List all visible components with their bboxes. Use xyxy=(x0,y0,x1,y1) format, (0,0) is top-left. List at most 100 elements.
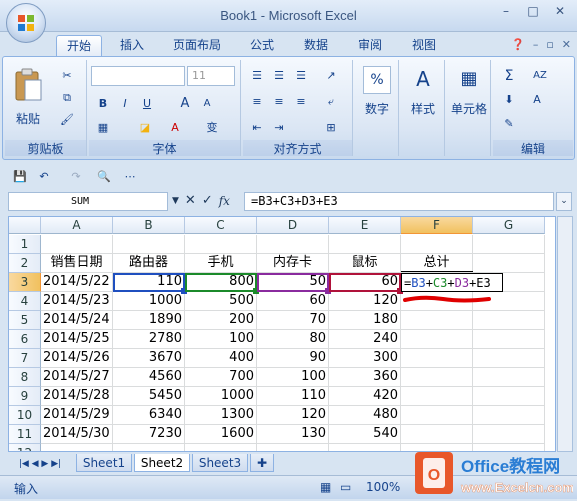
expand-formula-bar-icon[interactable]: ⌄ xyxy=(556,192,572,211)
tab-sheet2[interactable]: Sheet2 xyxy=(134,454,190,472)
styles-button[interactable]: 样式 xyxy=(401,100,445,117)
cell-G6[interactable] xyxy=(473,330,545,349)
cell-A3[interactable]: 2014/5/22 xyxy=(41,273,113,292)
cell-A11[interactable]: 2014/5/30 xyxy=(41,425,113,444)
editing-cell-f3[interactable]: =B3+C3+D3+E3 xyxy=(401,273,503,292)
cell-B10[interactable]: 6340 xyxy=(113,406,185,425)
column-header-a[interactable]: A xyxy=(41,217,113,234)
print-preview-icon[interactable]: 🔍 xyxy=(94,167,114,187)
formula-input[interactable]: =B3+C3+D3+E3 xyxy=(244,192,554,211)
format-painter-icon[interactable]: 🖌 xyxy=(57,110,77,130)
cell-A9[interactable]: 2014/5/28 xyxy=(41,387,113,406)
cell-C8[interactable]: 700 xyxy=(185,368,257,387)
cell-G10[interactable] xyxy=(473,406,545,425)
cancel-entry-icon[interactable]: ✕ xyxy=(185,193,196,208)
underline-button[interactable]: U xyxy=(137,94,157,114)
cut-icon[interactable]: ✂ xyxy=(57,66,77,86)
cell-F8[interactable] xyxy=(401,368,473,387)
row-header-6[interactable]: 6 xyxy=(9,330,41,349)
cell-A12[interactable] xyxy=(41,444,113,451)
cell-F7[interactable] xyxy=(401,349,473,368)
tab-sheet3[interactable]: Sheet3 xyxy=(192,454,248,472)
fill-icon[interactable]: ⬇ xyxy=(499,90,519,110)
cell-E7[interactable]: 300 xyxy=(329,349,401,368)
undo-icon[interactable]: ↶ xyxy=(34,167,54,187)
column-header-b[interactable]: B xyxy=(113,217,185,234)
save-icon[interactable]: 💾 xyxy=(10,167,30,187)
cell-F10[interactable] xyxy=(401,406,473,425)
cell-G5[interactable] xyxy=(473,311,545,330)
cell-D12[interactable] xyxy=(257,444,329,451)
increase-indent-icon[interactable]: ⇥ xyxy=(269,118,289,138)
cell-E11[interactable]: 540 xyxy=(329,425,401,444)
enter-entry-icon[interactable]: ✓ xyxy=(202,193,213,208)
minimize-button[interactable]: – xyxy=(493,2,519,20)
zoom-level[interactable]: 100% xyxy=(366,480,400,494)
find-select-icon[interactable]: A xyxy=(527,90,547,110)
align-top-icon[interactable]: ☰ xyxy=(247,66,267,86)
clear-icon[interactable]: ✎ xyxy=(499,114,519,134)
sort-filter-icon[interactable]: AZ xyxy=(527,66,553,86)
worksheet-grid[interactable]: A B C D E F G 1 2 销售日期 路由器 手机 内存卡 鼠标 总计 3 2014/5/22 110 80… xyxy=(8,216,556,452)
insert-sheet-icon[interactable]: ✚ xyxy=(250,454,274,472)
styles-icon[interactable]: A xyxy=(409,66,437,94)
sheet-nav-icon[interactable]: |◀ ◀ ▶ ▶| xyxy=(10,454,70,472)
minimize-ribbon-icon[interactable]: – xyxy=(533,38,539,51)
page-layout-view-icon[interactable]: ▭ xyxy=(340,480,351,494)
cell-C2[interactable]: 手机 xyxy=(185,254,257,273)
cell-D1[interactable] xyxy=(257,235,329,254)
row-header-9[interactable]: 9 xyxy=(9,387,41,406)
cell-E5[interactable]: 180 xyxy=(329,311,401,330)
cell-B5[interactable]: 1890 xyxy=(113,311,185,330)
column-header-e[interactable]: E xyxy=(329,217,401,234)
cell-B9[interactable]: 5450 xyxy=(113,387,185,406)
row-header-1[interactable]: 1 xyxy=(9,235,41,254)
fill-color-icon[interactable]: ◪ xyxy=(135,118,155,138)
cell-A2[interactable]: 销售日期 xyxy=(41,254,113,273)
column-header-g[interactable]: G xyxy=(473,217,545,234)
cell-F1[interactable] xyxy=(401,235,473,254)
tab-data[interactable]: 数据 xyxy=(294,35,338,56)
cell-C5[interactable]: 200 xyxy=(185,311,257,330)
cell-F6[interactable] xyxy=(401,330,473,349)
cell-G1[interactable] xyxy=(473,235,545,254)
cell-C1[interactable] xyxy=(185,235,257,254)
cell-A8[interactable]: 2014/5/27 xyxy=(41,368,113,387)
cell-E4[interactable]: 120 xyxy=(329,292,401,311)
cell-D9[interactable]: 110 xyxy=(257,387,329,406)
border-icon[interactable]: ▦ xyxy=(93,118,113,138)
cell-E8[interactable]: 360 xyxy=(329,368,401,387)
column-header-d[interactable]: D xyxy=(257,217,329,234)
column-header-c[interactable]: C xyxy=(185,217,257,234)
cell-G7[interactable] xyxy=(473,349,545,368)
align-bottom-icon[interactable]: ☰ xyxy=(291,66,311,86)
paste-icon[interactable] xyxy=(11,66,45,106)
cell-D4[interactable]: 60 xyxy=(257,292,329,311)
autosum-icon[interactable]: Σ xyxy=(499,66,519,86)
tab-review[interactable]: 审阅 xyxy=(348,35,392,56)
cell-G9[interactable] xyxy=(473,387,545,406)
tab-formulas[interactable]: 公式 xyxy=(240,35,284,56)
bold-button[interactable]: B xyxy=(93,94,113,114)
column-header-f[interactable]: F xyxy=(401,217,473,234)
copy-icon[interactable]: ⧉ xyxy=(57,88,77,108)
cell-C4[interactable]: 500 xyxy=(185,292,257,311)
select-all-corner[interactable] xyxy=(9,217,41,234)
insert-function-icon[interactable]: fx xyxy=(219,194,230,208)
cell-E10[interactable]: 480 xyxy=(329,406,401,425)
grow-font-button[interactable]: A xyxy=(175,94,195,114)
cell-E12[interactable] xyxy=(329,444,401,451)
row-header-2[interactable]: 2 xyxy=(9,254,41,273)
decrease-indent-icon[interactable]: ⇤ xyxy=(247,118,267,138)
row-header-7[interactable]: 7 xyxy=(9,349,41,368)
cell-A10[interactable]: 2014/5/29 xyxy=(41,406,113,425)
cell-E6[interactable]: 240 xyxy=(329,330,401,349)
cell-B12[interactable] xyxy=(113,444,185,451)
cell-A1[interactable] xyxy=(41,235,113,254)
cell-A5[interactable]: 2014/5/24 xyxy=(41,311,113,330)
merge-center-icon[interactable]: ⊞ xyxy=(321,118,341,138)
cell-E9[interactable]: 420 xyxy=(329,387,401,406)
cell-C9[interactable]: 1000 xyxy=(185,387,257,406)
cell-D10[interactable]: 120 xyxy=(257,406,329,425)
tab-sheet1[interactable]: Sheet1 xyxy=(76,454,132,472)
